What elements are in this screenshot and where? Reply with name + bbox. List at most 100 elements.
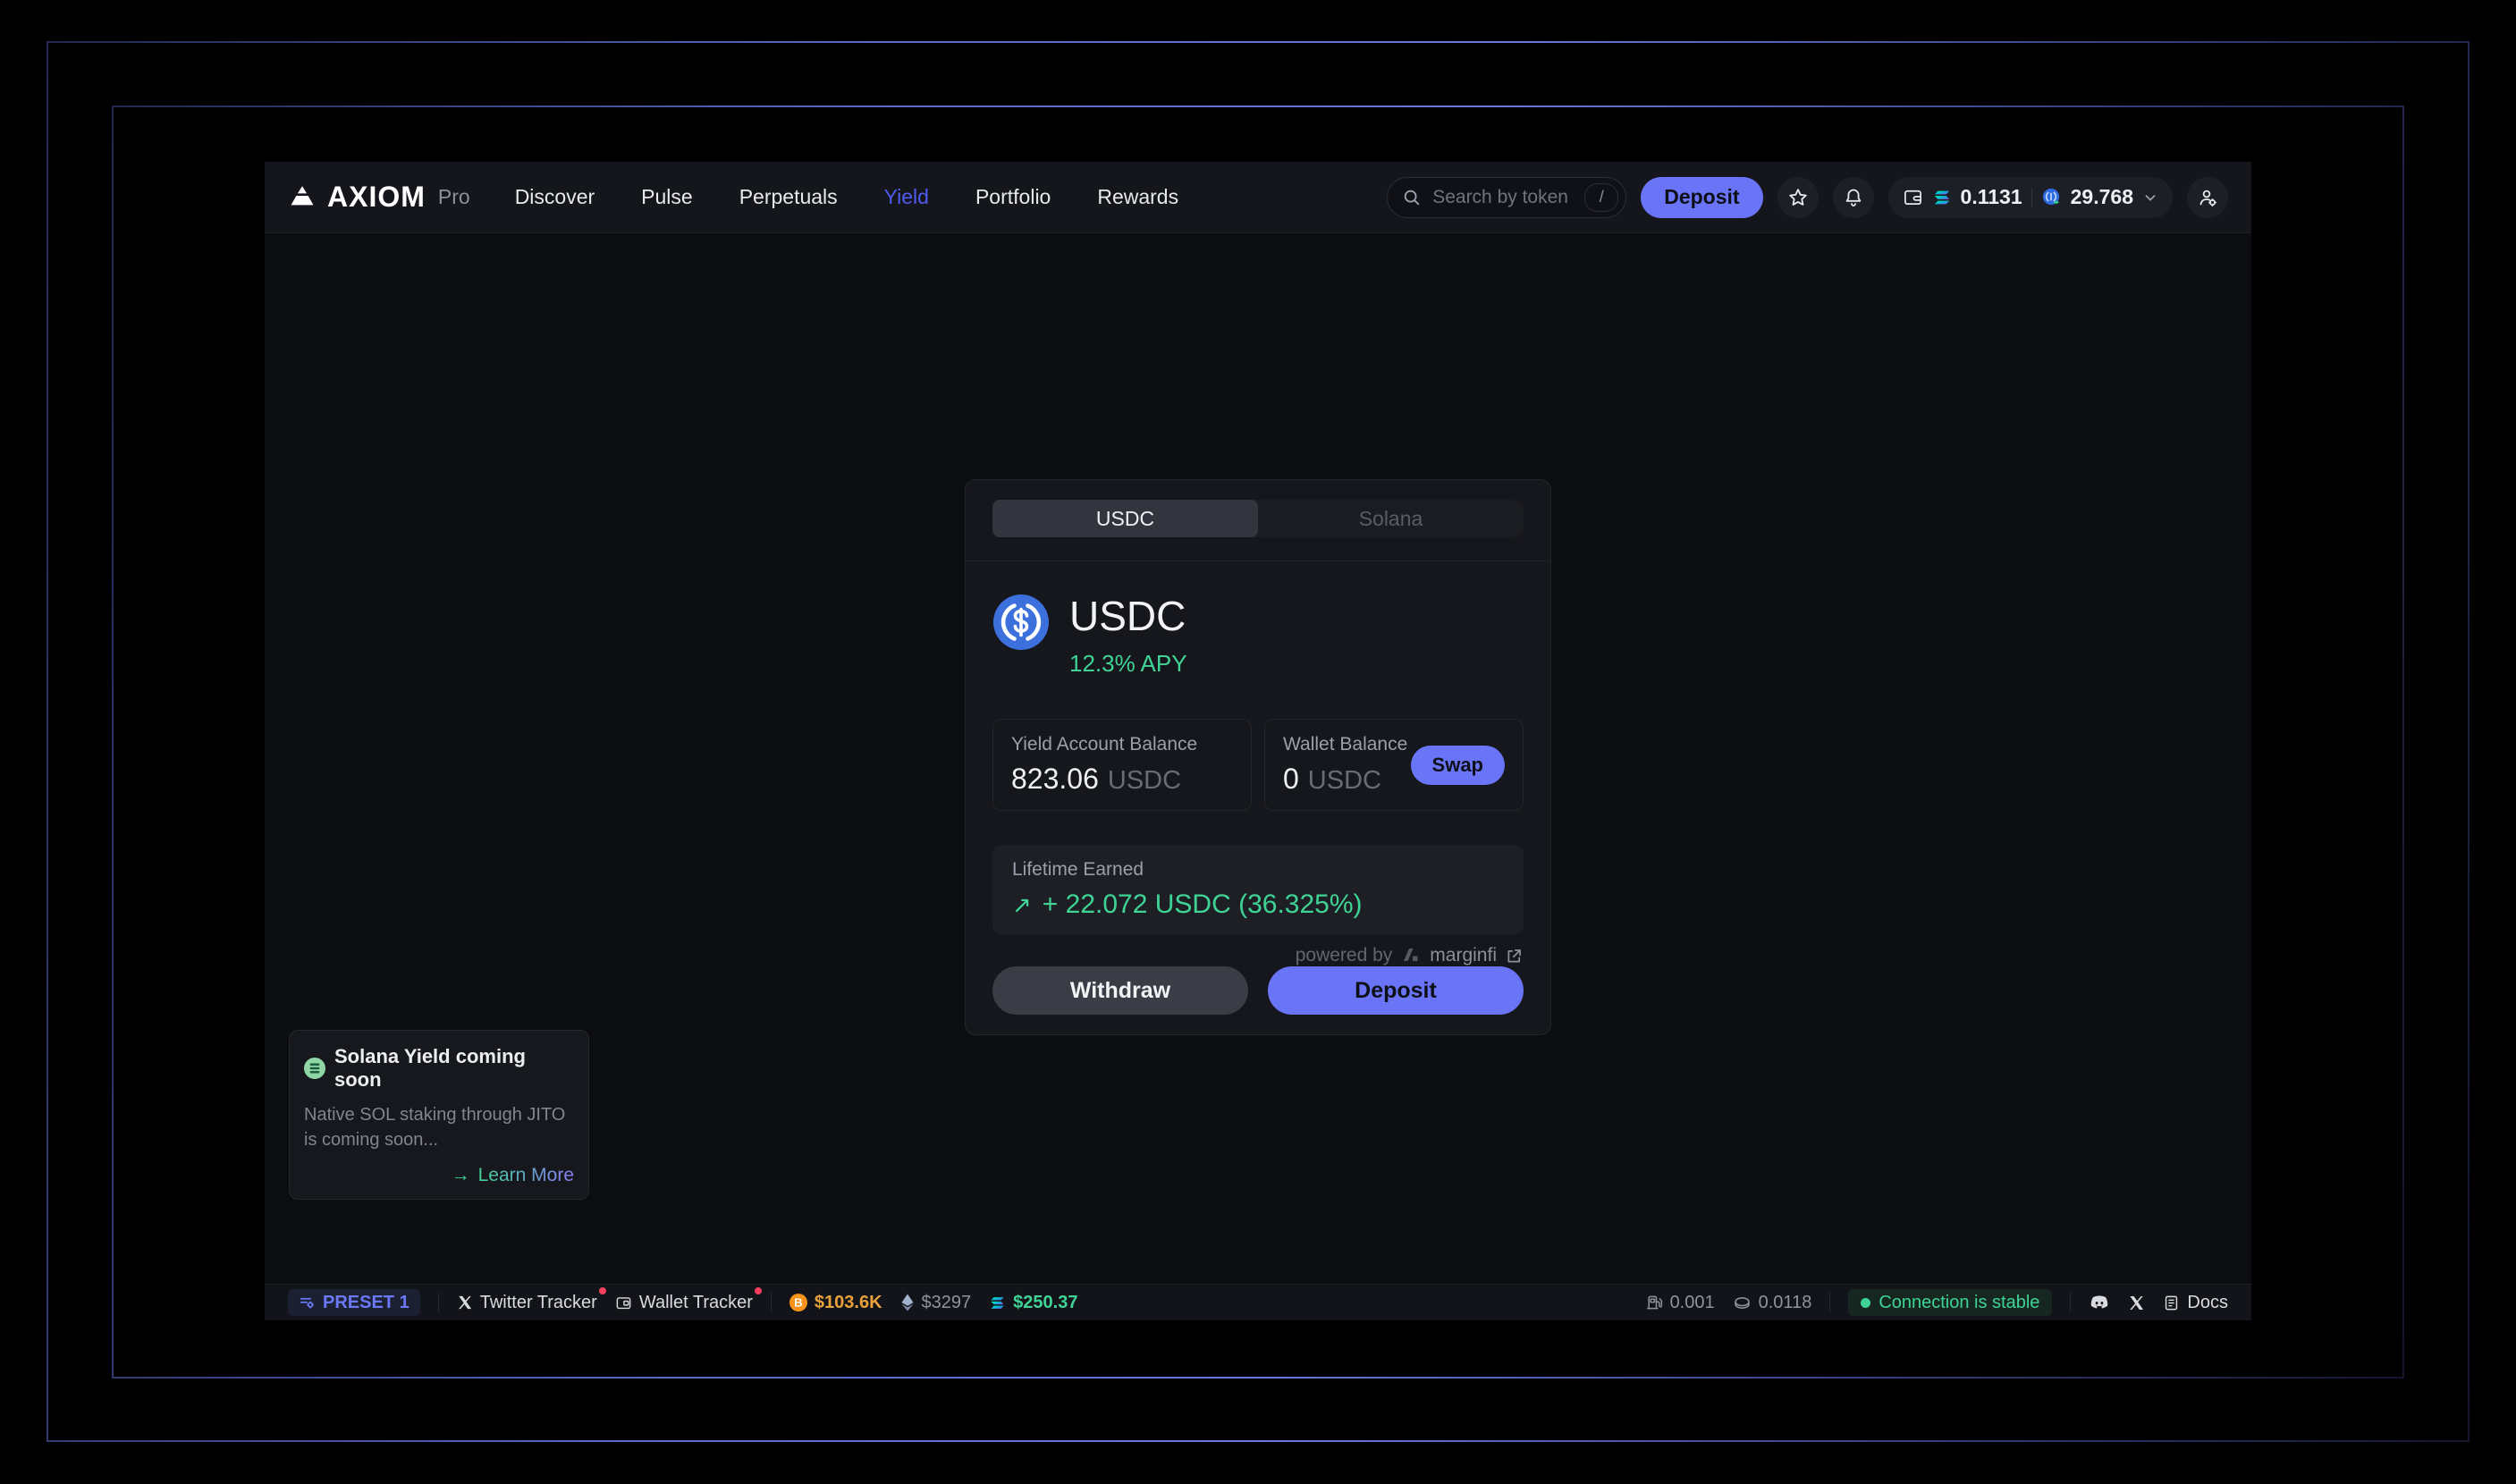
nav-item-portfolio[interactable]: Portfolio: [975, 185, 1051, 209]
external-link-icon[interactable]: [1505, 947, 1524, 965]
yield-balance-label: Yield Account Balance: [1011, 734, 1198, 755]
btc-price-value: $103.6K: [814, 1292, 882, 1312]
wallet-balance-unit: USDC: [1307, 766, 1381, 795]
solana-yield-toast[interactable]: Solana Yield coming soon Native SOL stak…: [289, 1030, 589, 1200]
wallet-balance-label: Wallet Balance: [1283, 734, 1408, 755]
bell-icon: [1843, 187, 1864, 208]
discord-link[interactable]: [2089, 1292, 2110, 1313]
nav-item-perpetuals[interactable]: Perpetuals: [739, 185, 838, 209]
user-settings-icon: [2197, 187, 2218, 208]
divider: [770, 1293, 772, 1312]
bitcoin-icon: B: [789, 1294, 807, 1311]
search-box[interactable]: /: [1387, 176, 1627, 218]
toast-body: Native SOL staking through JITO is comin…: [304, 1105, 566, 1150]
nav-item-pulse[interactable]: Pulse: [641, 185, 693, 209]
twitter-tracker-label: Twitter Tracker: [479, 1292, 597, 1312]
preset-selector[interactable]: PRESET 1: [288, 1289, 420, 1316]
wallet-tracker-button[interactable]: Wallet Tracker: [615, 1286, 762, 1313]
yield-account-balance-box: Yield Account Balance 823.06 USDC: [992, 719, 1252, 811]
connection-status: Connection is stable: [1848, 1289, 2053, 1316]
sol-price[interactable]: $250.37: [989, 1293, 1077, 1313]
notification-dot: [754, 1286, 762, 1294]
search-input[interactable]: [1431, 185, 1576, 209]
deposit-button[interactable]: Deposit: [1268, 966, 1524, 1015]
brand-name: AXIOM: [327, 181, 426, 213]
topbar-right-group: / Deposit: [1387, 176, 2228, 218]
lifetime-earned-box: Lifetime Earned ↗ + 22.072 USDC (36.325%…: [992, 845, 1524, 934]
token-apy: 12.3% APY: [1069, 650, 1187, 677]
yield-card: USDC Solana USDC 12.3% APY Yield Account…: [965, 479, 1551, 1035]
x-logo-icon: [457, 1294, 473, 1311]
tab-usdc[interactable]: USDC: [992, 500, 1258, 538]
gas-fee: 0.001: [1645, 1293, 1715, 1313]
powered-by-name: marginfi: [1430, 945, 1497, 965]
wallet-tracker-icon: [615, 1294, 632, 1311]
app-window: AXIOM Pro Discover Pulse Perpetuals Yiel…: [265, 162, 2251, 1320]
wallet-balance-value: 0: [1283, 763, 1299, 795]
wallet-icon: [1903, 187, 1923, 207]
top-navigation-bar: AXIOM Pro Discover Pulse Perpetuals Yiel…: [265, 162, 2251, 233]
brand-suffix: Pro: [437, 185, 470, 208]
twitter-tracker-button[interactable]: Twitter Tracker: [457, 1286, 606, 1313]
marginfi-logo-icon: [1400, 947, 1422, 965]
connection-dot: [1861, 1297, 1871, 1308]
eth-price[interactable]: $3297: [900, 1292, 972, 1313]
brand-logo[interactable]: AXIOM Pro: [288, 181, 470, 214]
preset-label: PRESET 1: [323, 1292, 409, 1312]
wallet-tracker-label: Wallet Tracker: [638, 1292, 753, 1312]
sol-price-value: $250.37: [1013, 1292, 1078, 1312]
balances-row: Yield Account Balance 823.06 USDC Wallet…: [992, 719, 1524, 811]
wallet-balance-box: Wallet Balance 0 USDC Swap: [1264, 719, 1524, 811]
divider: [1829, 1293, 1831, 1312]
priority-fee: 0.0118: [1733, 1293, 1811, 1313]
main-nav: Discover Pulse Perpetuals Yield Portfoli…: [515, 185, 1178, 209]
watchlist-button[interactable]: [1777, 176, 1819, 218]
token-symbol: USDC: [1069, 593, 1186, 640]
ethereum-icon: [900, 1294, 915, 1311]
deposit-button-top[interactable]: Deposit: [1641, 176, 1763, 218]
nav-item-yield[interactable]: Yield: [884, 185, 929, 209]
page: AXIOM Pro Discover Pulse Perpetuals Yiel…: [0, 0, 2516, 1484]
docs-link[interactable]: Docs: [2163, 1293, 2228, 1313]
learn-more-label: Learn More: [477, 1165, 574, 1185]
connection-label: Connection is stable: [1879, 1292, 2040, 1312]
wallet-balance-menu[interactable]: 0.1131 29.768: [1887, 176, 2173, 218]
main-content: USDC Solana USDC 12.3% APY Yield Account…: [265, 233, 2251, 1284]
search-shortcut-key: /: [1584, 182, 1619, 212]
btc-price[interactable]: B $103.6K: [789, 1293, 882, 1313]
status-bar: PRESET 1 Twitter Tracker Wallet Tracker …: [265, 1284, 2251, 1320]
usdc-icon: [992, 594, 1050, 651]
powered-by-row: powered by marginfi: [992, 945, 1524, 966]
svg-text:B: B: [794, 1296, 802, 1310]
divider: [437, 1293, 439, 1312]
nav-item-rewards[interactable]: Rewards: [1097, 185, 1178, 209]
arrow-up-right-icon: ↗: [1012, 890, 1032, 918]
docs-label: Docs: [2187, 1292, 2228, 1312]
cash-balance: 29.768: [2070, 185, 2133, 208]
learn-more-link[interactable]: → Learn More: [304, 1165, 574, 1186]
swap-button[interactable]: Swap: [1410, 745, 1505, 785]
cash-coin-icon: [2041, 187, 2062, 207]
tab-solana[interactable]: Solana: [1258, 500, 1524, 537]
lifetime-earned-label: Lifetime Earned: [1012, 859, 1144, 880]
withdraw-button[interactable]: Withdraw: [992, 966, 1248, 1015]
powered-by-prefix: powered by: [1295, 945, 1393, 965]
gas-pump-icon: [1645, 1294, 1663, 1311]
divider: [2031, 187, 2032, 207]
preset-sliders-icon: [299, 1294, 316, 1311]
divider: [2070, 1293, 2072, 1312]
notifications-button[interactable]: [1832, 176, 1874, 218]
token-header: USDC 12.3% APY: [992, 594, 1524, 678]
solana-icon: [1932, 188, 1952, 207]
nav-item-discover[interactable]: Discover: [515, 185, 595, 209]
x-social-link[interactable]: [2128, 1294, 2145, 1311]
card-actions: Withdraw Deposit: [992, 966, 1524, 1015]
yield-balance-value: 823.06: [1011, 763, 1099, 795]
sol-balance: 0.1131: [1960, 185, 2022, 208]
chevron-down-icon: [2142, 190, 2158, 206]
account-button[interactable]: [2187, 176, 2228, 218]
star-icon: [1787, 187, 1809, 208]
coin-icon: [1733, 1294, 1752, 1312]
gas-fee-value: 0.001: [1669, 1292, 1715, 1312]
eth-price-value: $3297: [921, 1292, 972, 1312]
